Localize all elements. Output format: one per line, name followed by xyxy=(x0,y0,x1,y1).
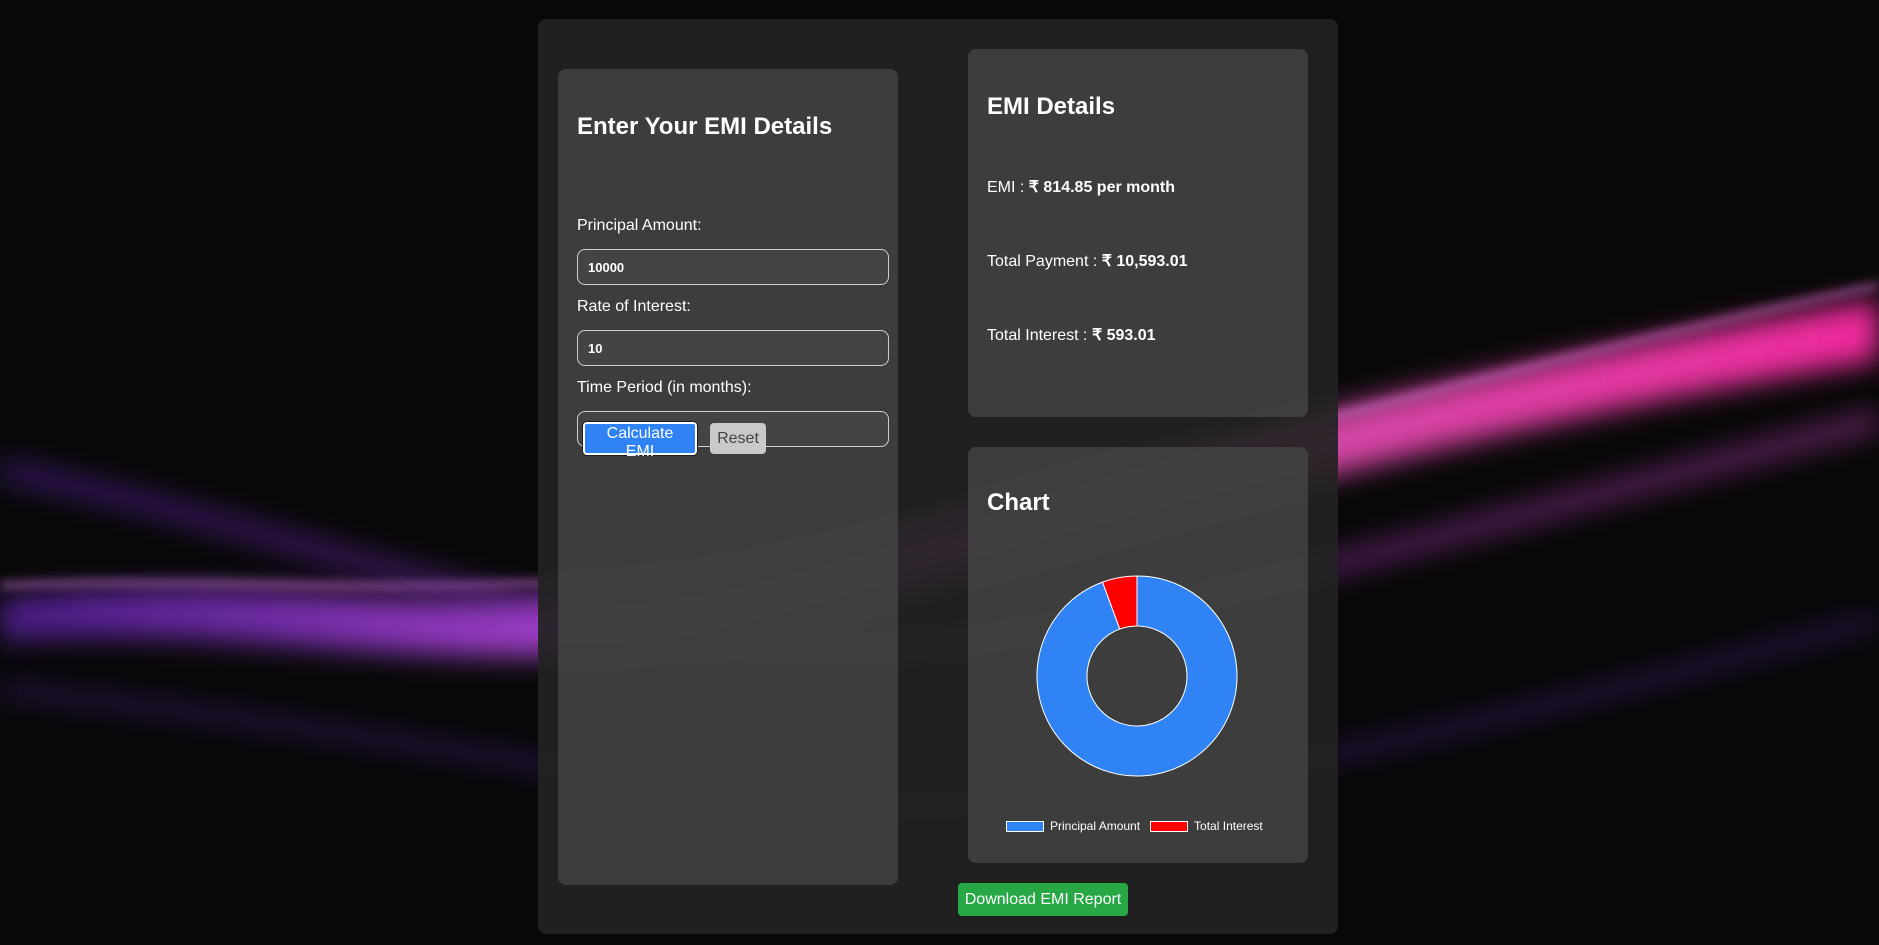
emi-calculator-container: Enter Your EMI Details Principal Amount:… xyxy=(538,19,1338,934)
emi-details-panel: EMI Details EMI : ₹ 814.85 per month Tot… xyxy=(968,49,1308,417)
chart-legend: Principal Amount Total Interest xyxy=(1006,819,1273,833)
total-interest-label: Total Interest : xyxy=(987,327,1092,344)
download-emi-report-button[interactable]: Download EMI Report xyxy=(958,883,1128,916)
page: Enter Your EMI Details Principal Amount:… xyxy=(0,0,1879,945)
emi-line: EMI : ₹ 814.85 per month xyxy=(987,177,1175,197)
rate-label: Rate of Interest: xyxy=(577,298,691,315)
legend-swatch-interest xyxy=(1150,820,1189,832)
reset-button[interactable]: Reset xyxy=(710,423,766,454)
form-title: Enter Your EMI Details xyxy=(577,113,833,140)
period-label: Time Period (in months): xyxy=(577,379,752,396)
legend-swatch-principal xyxy=(1006,820,1044,832)
emi-input-panel: Enter Your EMI Details Principal Amount:… xyxy=(558,69,898,885)
total-payment-label: Total Payment : xyxy=(987,253,1102,270)
total-payment-line: Total Payment : ₹ 10,593.01 xyxy=(987,251,1188,271)
principal-label: Principal Amount: xyxy=(577,217,702,234)
calculate-emi-button[interactable]: Calculate EMI xyxy=(583,422,697,460)
principal-input[interactable] xyxy=(577,249,889,285)
legend-item-principal[interactable]: Principal Amount xyxy=(1006,819,1140,833)
rate-input[interactable] xyxy=(577,330,889,366)
legend-label-principal: Principal Amount xyxy=(1050,819,1141,833)
chart-panel: Chart Principal Amount Total Interest xyxy=(968,447,1308,863)
emi-value: ₹ 814.85 per month xyxy=(1028,179,1176,196)
legend-label-interest: Total Interest xyxy=(1194,819,1263,833)
chart-title: Chart xyxy=(987,489,1050,516)
total-interest-line: Total Interest : ₹ 593.01 xyxy=(987,325,1156,345)
legend-item-interest[interactable]: Total Interest xyxy=(1150,819,1263,833)
emi-label: EMI : xyxy=(987,179,1029,196)
total-payment-value: ₹ 10,593.01 xyxy=(1101,253,1188,270)
details-title: EMI Details xyxy=(987,93,1116,120)
emi-donut-chart xyxy=(1036,575,1238,777)
total-interest-value: ₹ 593.01 xyxy=(1091,327,1156,344)
